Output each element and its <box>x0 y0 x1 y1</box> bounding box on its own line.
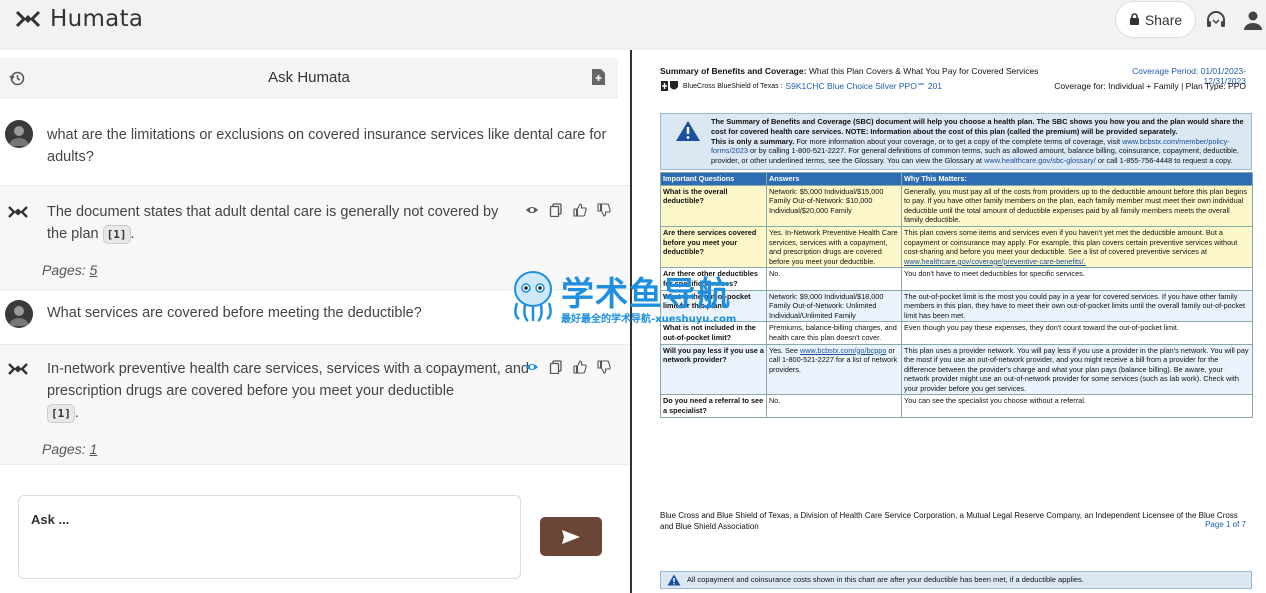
page-link[interactable]: 5 <box>89 262 97 278</box>
humata-avatar-icon <box>8 363 28 375</box>
thumbs-down-icon[interactable] <box>597 360 611 374</box>
answer-cell: Network: $9,000 Individual/$18,000 Famil… <box>766 289 902 323</box>
thumbs-up-icon[interactable] <box>573 203 587 217</box>
question-cell: What is not included in the out-of-pocke… <box>660 321 767 345</box>
message-text: What services are covered before meeting… <box>47 305 422 321</box>
citation-chip[interactable]: [1] <box>102 225 131 244</box>
copy-icon[interactable] <box>549 203 563 217</box>
question-cell: Are there services covered before you me… <box>660 225 767 269</box>
question-cell: Do you need a referral to see a speciali… <box>660 394 767 418</box>
table-row: What is not included in the out-of-pocke… <box>660 321 1253 345</box>
chat-title: Ask Humata <box>268 69 350 86</box>
why-cell: The out-of-pocket limit is the most you … <box>901 289 1253 323</box>
support-headset-icon[interactable] <box>1205 10 1227 30</box>
why-cell: This plan covers some items and services… <box>901 225 1253 269</box>
user-message: What services are covered before meeting… <box>0 290 630 345</box>
bcbs-logo-icon <box>661 81 678 91</box>
why-cell: Even though you pay these expenses, they… <box>901 321 1253 345</box>
table-row: Are there other deductibles for specific… <box>660 267 1253 291</box>
pages-label: Pages: <box>42 262 86 278</box>
issuer-name: BlueCross BlueShield of Texas : <box>683 82 783 90</box>
copy-icon[interactable] <box>549 360 563 374</box>
chat-header: Ask Humata <box>0 58 618 98</box>
cost-note-text: All copayment and coinsurance costs show… <box>687 575 1084 584</box>
app-name: Humata <box>50 6 144 32</box>
table-row: What is the overall deductible? Network:… <box>660 184 1253 227</box>
glossary-link[interactable]: www.healthcare.gov/sbc-glossary/ <box>984 156 1096 165</box>
view-source-eye-icon[interactable] <box>525 203 539 217</box>
lock-icon <box>1129 13 1139 25</box>
document-viewer: Summary of Benefits and Coverage: What t… <box>632 50 1266 593</box>
send-button[interactable] <box>540 517 602 556</box>
share-button[interactable]: Share <box>1115 1 1196 38</box>
answer-cell: No. <box>766 267 902 291</box>
why-cell: You can see the specialist you choose wi… <box>901 394 1253 418</box>
column-header: Why This Matters: <box>901 172 1253 186</box>
citation-chip[interactable]: [1] <box>47 404 75 423</box>
coverage-for: Coverage for: Individual + Family | Plan… <box>1054 81 1246 91</box>
benefits-table: Important Questions Answers Why This Mat… <box>660 172 1253 418</box>
table-row: Do you need a referral to see a speciali… <box>660 394 1253 418</box>
plan-name: S9K1CHC Blue Choice Silver PPO℠ 201 <box>785 80 943 91</box>
ai-message: The document states that adult dental ca… <box>0 186 630 290</box>
source-pages: Pages: 1 <box>42 441 97 457</box>
answer-cell: Yes. In-Network Preventive Health Care s… <box>766 225 902 269</box>
ai-message: In-network preventive health care servic… <box>0 345 630 465</box>
page-link[interactable]: 1 <box>89 441 97 457</box>
table-row: Will you pay less if you use a network p… <box>660 343 1253 396</box>
column-header: Answers <box>766 172 902 186</box>
page-number: Page 1 of 7 <box>1205 520 1246 529</box>
user-account-icon[interactable] <box>1243 10 1263 30</box>
sbc-intro-text: The Summary of Benefits and Coverage (SB… <box>711 117 1244 166</box>
question-cell: What is the out-of-pocket limit for this… <box>660 289 767 323</box>
share-label: Share <box>1144 11 1183 28</box>
sbc-info-box: The Summary of Benefits and Coverage (SB… <box>660 113 1252 170</box>
provider-directory-link[interactable]: www.bcbstx.com/go/bcppo <box>800 346 886 355</box>
why-cell: This plan uses a provider network. You w… <box>901 343 1253 396</box>
cost-note-box: All copayment and coinsurance costs show… <box>660 571 1252 589</box>
humata-avatar-icon <box>8 206 28 218</box>
user-avatar <box>5 120 33 148</box>
source-pages: Pages: 5 <box>42 262 97 278</box>
view-source-eye-icon[interactable] <box>525 360 539 374</box>
top-bar: Humata Share <box>0 0 1266 50</box>
why-cell: Generally, you must pay all of the costs… <box>901 184 1253 227</box>
message-body: In-network preventive health care servic… <box>47 361 529 399</box>
why-cell: You don't have to meet deductibles for s… <box>901 267 1253 291</box>
ask-input-box <box>18 495 521 579</box>
question-cell: Are there other deductibles for specific… <box>660 267 767 291</box>
user-avatar <box>5 300 33 328</box>
message-actions <box>525 360 611 374</box>
message-text: In-network preventive health care servic… <box>47 361 529 423</box>
table-row: Are there services covered before you me… <box>660 225 1253 269</box>
message-text: The document states that adult dental ca… <box>47 204 499 244</box>
message-text: what are the limitations or exclusions o… <box>47 127 607 165</box>
answer-cell: Network: $5,000 Individual/$15,000 Famil… <box>766 184 902 227</box>
pages-label: Pages: <box>42 441 86 457</box>
column-header: Important Questions <box>660 172 767 186</box>
humata-logo-icon <box>15 10 41 28</box>
app-logo[interactable]: Humata <box>14 6 143 32</box>
send-icon <box>562 529 580 544</box>
ask-input[interactable] <box>31 512 501 527</box>
question-cell: Will you pay less if you use a network p… <box>660 343 767 396</box>
user-message: what are the limitations or exclusions o… <box>0 108 630 186</box>
new-document-icon[interactable] <box>591 68 606 86</box>
preventive-care-link[interactable]: www.healthcare.gov/coverage/preventive-c… <box>904 257 1086 266</box>
answer-cell: No. <box>766 394 902 418</box>
table-header-row: Important Questions Answers Why This Mat… <box>660 172 1253 186</box>
warning-triangle-icon <box>676 121 700 141</box>
doc-title: Summary of Benefits and Coverage: What t… <box>660 66 1039 76</box>
warning-triangle-icon <box>667 574 681 586</box>
table-row: What is the out-of-pocket limit for this… <box>660 289 1253 323</box>
message-actions <box>525 203 611 217</box>
answer-cell: Premiums, balance-billing charges, and h… <box>766 321 902 345</box>
thumbs-down-icon[interactable] <box>597 203 611 217</box>
question-cell: What is the overall deductible? <box>660 184 767 227</box>
thumbs-up-icon[interactable] <box>573 360 587 374</box>
issuer-line: BlueCross BlueShield of Texas : S9K1CHC … <box>660 80 942 92</box>
answer-cell: Yes. See www.bcbstx.com/go/bcppo or call… <box>766 343 902 396</box>
